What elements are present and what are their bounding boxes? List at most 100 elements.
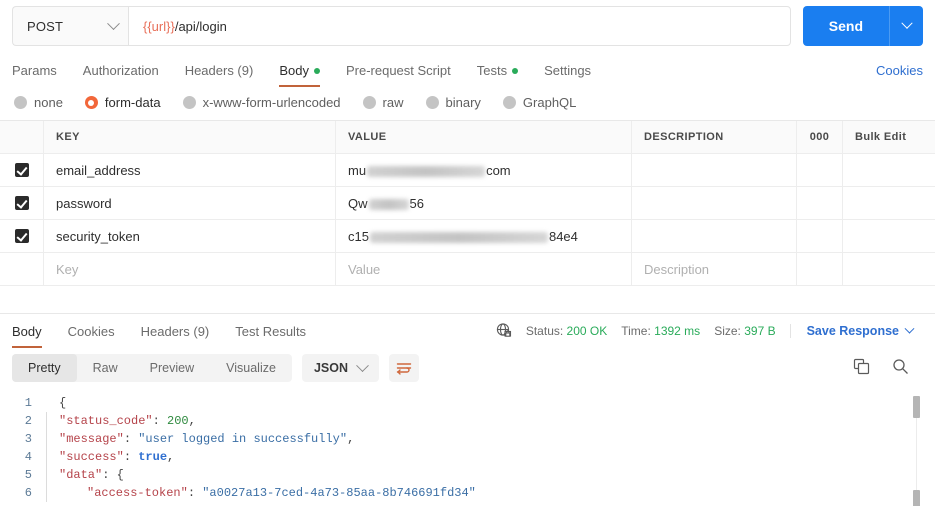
body-type-urlencoded[interactable]: x-www-form-urlencoded <box>182 95 341 110</box>
status-value: 200 OK <box>566 324 608 338</box>
send-options-button[interactable] <box>889 6 923 46</box>
response-view-toolbar: Pretty Raw Preview Visualize JSON <box>0 348 935 390</box>
time-label: Time: 1392 ms <box>621 324 701 338</box>
row-description-cell[interactable] <box>632 187 797 219</box>
body-type-binary[interactable]: binary <box>425 95 481 110</box>
row-key-cell[interactable]: security_token <box>44 220 336 252</box>
radio-icon <box>502 96 516 109</box>
new-description-input[interactable]: Description <box>632 253 797 285</box>
response-tabs: Body Cookies Headers (9) Test Results St… <box>0 314 935 348</box>
response-status-bar: Status: 200 OK Time: 1392 ms Size: 397 B… <box>496 322 923 341</box>
view-mode-raw[interactable]: Raw <box>77 354 134 382</box>
response-tab-body[interactable]: Body <box>12 315 42 348</box>
new-key-placeholder: Key <box>56 261 79 277</box>
tab-label: Params <box>12 63 57 78</box>
tab-label: Authorization <box>82 63 159 78</box>
http-method-select[interactable]: POST <box>12 6 128 46</box>
row-checkbox-cell <box>0 187 44 219</box>
tab-settings[interactable]: Settings <box>544 54 591 87</box>
body-type-none[interactable]: none <box>14 95 63 110</box>
row-description-cell[interactable] <box>632 154 797 186</box>
body-type-raw[interactable]: raw <box>362 95 404 110</box>
row-value-cell[interactable]: mu com <box>336 154 632 186</box>
row-checkbox[interactable] <box>14 229 29 243</box>
response-tab-test-results[interactable]: Test Results <box>235 315 306 348</box>
table-placeholder-row: Key Value Description <box>0 253 935 286</box>
code-text: "data": { <box>59 468 124 482</box>
tab-params[interactable]: Params <box>12 54 57 87</box>
row-options-cell <box>797 253 843 285</box>
row-extra-cell <box>843 220 935 252</box>
body-type-form-data[interactable]: form-data <box>84 95 161 110</box>
row-value-cell[interactable]: c15 84e4 <box>336 220 632 252</box>
response-tab-headers[interactable]: Headers (9) <box>141 315 210 348</box>
response-body-code[interactable]: 1{2 "status_code": 200, 3 "message": "user … <box>0 390 935 506</box>
search-icon[interactable] <box>892 358 909 378</box>
view-mode-visualize[interactable]: Visualize <box>210 354 292 382</box>
body-type-label: form-data <box>104 95 161 110</box>
url-input[interactable]: {{url}}/api/login <box>128 6 791 46</box>
status-label: Status: 200 OK <box>525 324 608 338</box>
save-response-button[interactable]: Save Response <box>789 323 915 338</box>
line-number: 2 <box>24 414 32 428</box>
bulk-edit-button[interactable]: Bulk Edit <box>843 121 935 153</box>
table-options-icon[interactable]: 000 <box>797 121 843 153</box>
code-text: "status_code": 200, <box>59 414 196 428</box>
view-mode-pretty[interactable]: Pretty <box>12 354 77 382</box>
response-format-select[interactable]: JSON <box>301 354 379 382</box>
row-key-cell[interactable]: email_address <box>44 154 336 186</box>
tab-pre-request-script[interactable]: Pre-request Script <box>346 54 451 87</box>
tab-headers[interactable]: Headers (9) <box>185 54 254 87</box>
response-tab-cookies[interactable]: Cookies <box>68 315 115 348</box>
request-url-bar: POST {{url}}/api/login Send <box>0 0 935 54</box>
tab-authorization[interactable]: Authorization <box>83 54 159 87</box>
response-view-modes: Pretty Raw Preview Visualize <box>12 354 292 382</box>
column-header-key: KEY <box>44 121 336 153</box>
redacted-value <box>368 198 409 210</box>
status-dot-icon <box>512 67 519 74</box>
row-extra-cell <box>843 154 935 186</box>
row-options-cell <box>797 220 843 252</box>
line-number: 5 <box>24 468 32 482</box>
tab-label: Cookies <box>67 323 115 339</box>
line-number: 1 <box>24 396 32 410</box>
url-path-text: /api/login <box>174 18 227 34</box>
row-checkbox-cell <box>0 220 44 252</box>
fold-guide <box>46 448 47 466</box>
column-header-value: VALUE <box>336 121 632 153</box>
body-type-label: GraphQL <box>522 95 577 110</box>
row-extra-cell <box>843 253 935 285</box>
table-row: email_address mu com <box>0 154 935 187</box>
fold-guide <box>46 466 47 484</box>
size-value: 397 B <box>744 324 776 338</box>
body-type-graphql[interactable]: GraphQL <box>502 95 577 110</box>
new-key-input[interactable]: Key <box>44 253 336 285</box>
row-key-cell[interactable]: password <box>44 187 336 219</box>
tab-tests[interactable]: Tests <box>476 54 519 87</box>
row-options-cell <box>797 154 843 186</box>
response-actions <box>853 358 923 378</box>
row-key-text: email_address <box>56 162 141 178</box>
scrollbar-thumb[interactable] <box>913 396 920 418</box>
send-button[interactable]: Send <box>802 6 889 46</box>
cookies-link[interactable]: Cookies <box>876 63 923 78</box>
row-value-cell[interactable]: Qw 56 <box>336 187 632 219</box>
body-type-radio-group: none form-data x-www-form-urlencoded raw… <box>0 87 935 120</box>
view-mode-preview[interactable]: Preview <box>134 354 210 382</box>
row-description-cell[interactable] <box>632 220 797 252</box>
tab-label: Tests <box>476 63 508 78</box>
body-type-label: none <box>34 95 63 110</box>
word-wrap-button[interactable] <box>389 354 419 382</box>
body-type-label: raw <box>382 95 404 110</box>
new-value-input[interactable]: Value <box>336 253 632 285</box>
row-checkbox[interactable] <box>14 196 29 210</box>
row-checkbox-cell <box>0 253 44 285</box>
code-lines: 1{2 "status_code": 200, 3 "message": "user … <box>0 394 935 502</box>
row-checkbox[interactable] <box>14 163 29 177</box>
copy-icon[interactable] <box>853 358 870 378</box>
value-prefix: Qw <box>348 195 368 211</box>
table-row: security_token c15 84e4 <box>0 220 935 253</box>
scrollbar-thumb-secondary[interactable] <box>913 490 920 506</box>
row-key-text: security_token <box>56 228 140 244</box>
tab-body[interactable]: Body <box>279 54 320 87</box>
